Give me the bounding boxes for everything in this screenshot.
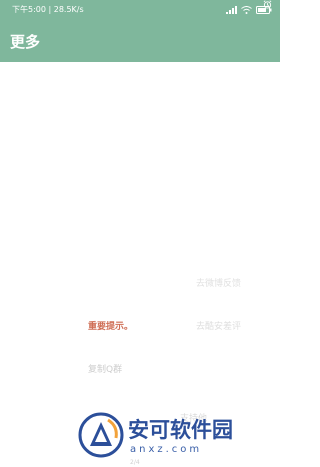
important-notice-button[interactable]: 重要提示。 (88, 319, 133, 332)
wifi-icon (241, 6, 252, 14)
status-bar: 下午5:00 | 28.5K/s (0, 0, 280, 20)
copy-qq-group-button[interactable]: 复制Q群 (88, 362, 122, 375)
battery-icon (256, 6, 272, 14)
page-title: 更多 (10, 33, 41, 51)
app-bar: 下午5:00 | 28.5K/s 更多 (0, 0, 280, 62)
status-icons-right (226, 6, 272, 14)
watermark-logo-icon (78, 412, 124, 458)
status-time-speed: 下午5:00 | 28.5K/s (12, 5, 84, 14)
watermark: 安可软件园 anxz.com (78, 406, 278, 464)
signal-icon (226, 6, 237, 14)
weibo-feedback-button[interactable]: 去微博反馈 (196, 276, 241, 289)
rate-app-button[interactable]: 去酷安差评 (196, 319, 241, 332)
watermark-title: 安可软件园 (128, 418, 233, 442)
watermark-url: anxz.com (130, 444, 203, 455)
